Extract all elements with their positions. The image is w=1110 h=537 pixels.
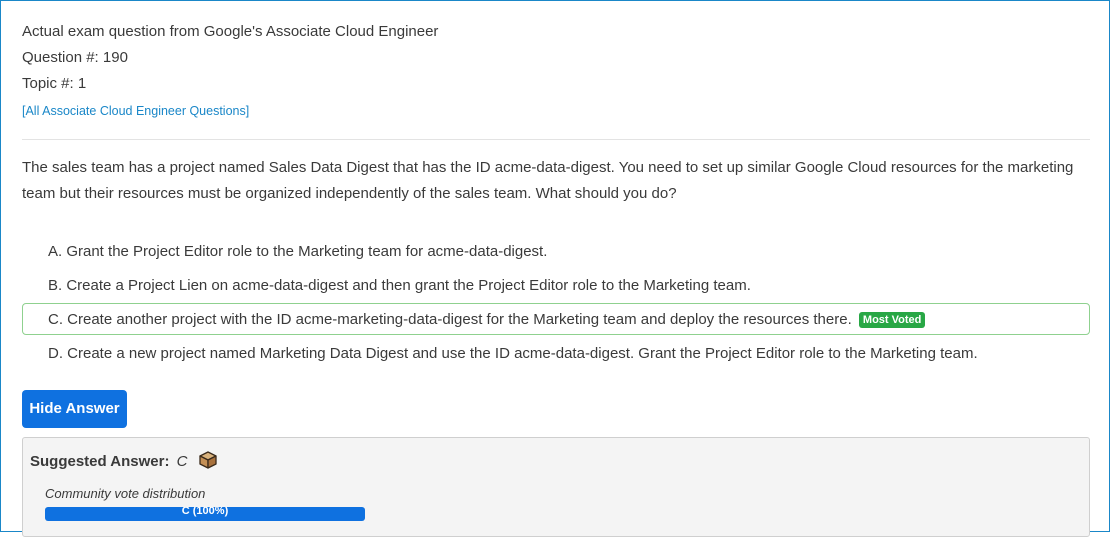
suggested-answer-label: Suggested Answer: — [30, 453, 170, 470]
answer-panel: Suggested Answer: C Community vote distr… — [22, 437, 1090, 537]
all-questions-link[interactable]: [All Associate Cloud Engineer Questions] — [22, 101, 249, 121]
choice-b[interactable]: B. Create a Project Lien on acme-data-di… — [22, 269, 1090, 301]
vote-label-c: C (100%) — [181, 507, 229, 517]
most-voted-badge: Most Voted — [858, 312, 926, 328]
choice-text: A. Grant the Project Editor role to the … — [48, 243, 548, 260]
choice-text: B. Create a Project Lien on acme-data-di… — [48, 277, 751, 294]
hide-answer-button[interactable]: Hide Answer — [22, 390, 127, 428]
vote-distribution-bar: C (100%) — [45, 507, 365, 521]
choice-text: C. Create another project with the ID ac… — [48, 311, 852, 328]
choice-d[interactable]: D. Create a new project named Marketing … — [22, 337, 1090, 369]
box-icon[interactable] — [198, 450, 218, 476]
suggested-answer-value: C — [176, 453, 188, 470]
choice-list: A. Grant the Project Editor role to the … — [22, 235, 1090, 369]
question-content: Actual exam question from Google's Assoc… — [22, 1, 1090, 537]
topic-number: Topic #: 1 — [22, 75, 87, 92]
choice-c[interactable]: C. Create another project with the ID ac… — [22, 303, 1090, 335]
divider — [22, 139, 1090, 140]
question-text: The sales team has a project named Sales… — [22, 159, 1074, 202]
choice-text: D. Create a new project named Marketing … — [48, 345, 978, 362]
choice-a[interactable]: A. Grant the Project Editor role to the … — [22, 235, 1090, 267]
suggested-answer: Suggested Answer: C — [30, 450, 218, 476]
question-number: Question #: 190 — [22, 49, 128, 66]
exam-title: Actual exam question from Google's Assoc… — [22, 23, 439, 40]
question-card: Actual exam question from Google's Assoc… — [0, 0, 1110, 537]
community-vote-label: Community vote distribution — [45, 486, 206, 501]
